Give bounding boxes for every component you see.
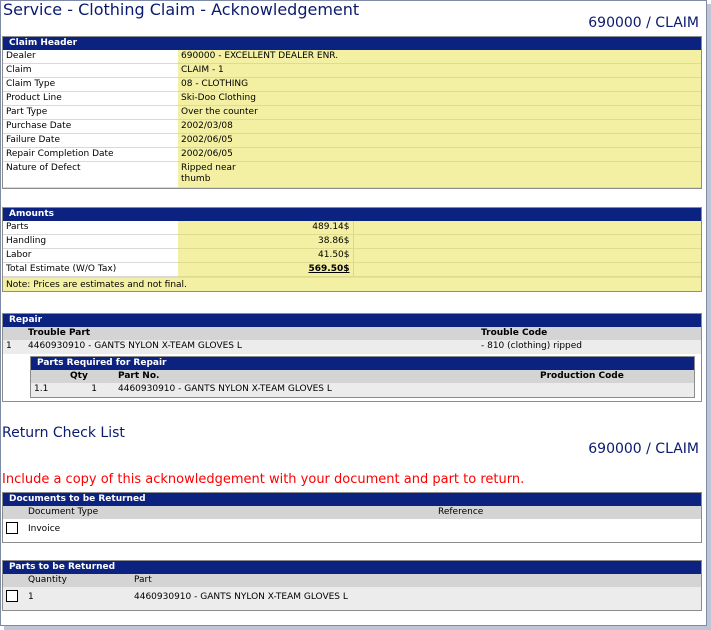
field-value: 690000 - EXCELLENT DEALER ENR. xyxy=(178,50,701,64)
claim-header-row: Claim Type 08 - CLOTHING xyxy=(3,77,701,92)
quantity-header: Quantity xyxy=(25,574,131,588)
amount-row: Handling 38.86$ xyxy=(3,234,701,249)
amount-value: 489.14$ xyxy=(178,221,353,235)
reference-value xyxy=(435,519,701,542)
documents-header-row: Document Type Reference xyxy=(3,506,701,520)
documents-table: Document Type Reference Invoice xyxy=(3,506,701,542)
field-value: 2002/03/08 xyxy=(178,119,701,134)
repair-table: Trouble Part Trouble Code 1 4460930910 -… xyxy=(3,327,701,354)
repair-panel: Repair Trouble Part Trouble Code 1 44609… xyxy=(2,313,702,402)
part-header: Part xyxy=(131,574,701,588)
documents-title: Documents to be Returned xyxy=(3,493,701,506)
field-label: Part Type xyxy=(3,105,178,120)
claim-header-row: Part Type Over the counter xyxy=(3,105,701,120)
amount-value: 38.86$ xyxy=(178,234,353,249)
claim-header-row: Claim CLAIM - 1 xyxy=(3,63,701,78)
claim-header-row: Dealer 690000 - EXCELLENT DEALER ENR. xyxy=(3,50,701,64)
qty-header: Qty xyxy=(67,369,115,384)
qty-value: 1 xyxy=(67,383,115,397)
field-label: Claim xyxy=(3,63,178,78)
part-value: 4460930910 - GANTS NYLON X-TEAM GLOVES L xyxy=(131,587,701,611)
parts-required-table: Qty Part No. Production Code 1.1 1 44609… xyxy=(31,369,694,397)
amount-row: Total Estimate (W/O Tax) 569.50$ xyxy=(3,262,701,277)
trouble-part-value: 4460930910 - GANTS NYLON X-TEAM GLOVES L xyxy=(25,340,478,354)
document-row: Invoice xyxy=(3,519,701,542)
total-amount: 569.50$ xyxy=(308,264,350,274)
part-checkbox[interactable] xyxy=(6,590,18,603)
trouble-part-header: Trouble Part xyxy=(25,327,478,341)
repair-title: Repair xyxy=(3,314,701,327)
amount-label: Handling xyxy=(3,234,178,249)
window-shadow-bottom xyxy=(4,626,711,630)
parts-required-title: Parts Required for Repair xyxy=(31,356,694,370)
claim-reference-2: 690000 / CLAIM xyxy=(588,441,699,457)
return-check-list-title: Return Check List xyxy=(2,425,125,441)
field-label: Product Line xyxy=(3,91,178,106)
field-value: 08 - CLOTHING xyxy=(178,77,701,92)
parts-returned-header-row: Quantity Part xyxy=(3,574,701,588)
parts-returned-row: 1 4460930910 - GANTS NYLON X-TEAM GLOVES… xyxy=(3,587,701,611)
field-value: 2002/06/05 xyxy=(178,133,701,148)
field-label: Repair Completion Date xyxy=(3,147,178,162)
field-value: Ski-Doo Clothing xyxy=(178,91,701,106)
amounts-panel: Amounts Parts 489.14$ Handling 38.86$ Labo… xyxy=(2,207,702,292)
document-type-header: Document Type xyxy=(25,506,435,520)
amount-value: 41.50$ xyxy=(178,248,353,263)
field-label: Failure Date xyxy=(3,133,178,148)
claim-header-row: Repair Completion Date 2002/06/05 xyxy=(3,147,701,162)
parts-returned-title: Parts to be Returned xyxy=(3,561,701,574)
trouble-code-header: Trouble Code xyxy=(478,327,701,341)
defect-line: Ripped near xyxy=(181,163,236,173)
field-label: Claim Type xyxy=(3,77,178,92)
claim-header-panel: Claim Header Dealer 690000 - EXCELLENT DE… xyxy=(2,36,702,189)
page-title: Service - Clothing Claim - Acknowledgeme… xyxy=(3,0,360,19)
amounts-title: Amounts xyxy=(3,208,701,221)
parts-required-header-row: Qty Part No. Production Code xyxy=(31,369,694,384)
part-no-header: Part No. xyxy=(115,369,537,384)
parts-required-panel: Parts Required for Repair Qty Part No. P… xyxy=(30,355,695,398)
defect-line: thumb xyxy=(181,174,211,184)
field-value: Over the counter xyxy=(178,105,701,120)
field-value: 2002/06/05 xyxy=(178,147,701,162)
part-no-value: 4460930910 - GANTS NYLON X-TEAM GLOVES L xyxy=(115,383,537,397)
amount-row: Parts 489.14$ xyxy=(3,221,701,235)
amounts-table: Parts 489.14$ Handling 38.86$ Labor 41.50$ … xyxy=(3,221,701,277)
parts-returned-panel: Parts to be Returned Quantity Part 1 446… xyxy=(2,560,702,612)
amounts-note: Note: Prices are estimates and not final… xyxy=(3,277,701,291)
claim-header-title: Claim Header xyxy=(3,37,701,50)
quantity-value: 1 xyxy=(25,587,131,611)
parts-returned-table: Quantity Part 1 4460930910 - GANTS NYLON… xyxy=(3,574,701,611)
field-value: CLAIM - 1 xyxy=(178,63,701,78)
return-warning: Include a copy of this acknowledgement w… xyxy=(2,472,525,487)
document-checkbox[interactable] xyxy=(6,522,18,535)
amount-label: Labor xyxy=(3,248,178,263)
repair-row-index: 1 xyxy=(3,340,25,354)
amount-row: Labor 41.50$ xyxy=(3,248,701,263)
claim-header-table: Dealer 690000 - EXCELLENT DEALER ENR. Cla… xyxy=(3,50,701,188)
documents-panel: Documents to be Returned Document Type R… xyxy=(2,492,702,544)
amount-label: Parts xyxy=(3,221,178,235)
claim-header-row: Purchase Date 2002/03/08 xyxy=(3,119,701,134)
field-label: Nature of Defect xyxy=(3,161,178,188)
claim-header-row: Product Line Ski-Doo Clothing xyxy=(3,91,701,106)
claim-header-row: Nature of Defect Ripped near thumb xyxy=(3,161,701,188)
window-shadow-right xyxy=(707,4,711,630)
trouble-code-value: - 810 (clothing) ripped xyxy=(478,340,701,354)
production-code-header: Production Code xyxy=(537,369,694,384)
claim-reference: 690000 / CLAIM xyxy=(588,15,699,31)
repair-header-row: Trouble Part Trouble Code xyxy=(3,327,701,341)
repair-row: 1 4460930910 - GANTS NYLON X-TEAM GLOVES… xyxy=(3,340,701,354)
field-label: Purchase Date xyxy=(3,119,178,134)
parts-required-index: 1.1 xyxy=(31,383,67,397)
claim-header-row: Failure Date 2002/06/05 xyxy=(3,133,701,148)
reference-header: Reference xyxy=(435,506,701,520)
defect-value: Ripped near thumb xyxy=(178,161,701,188)
field-label: Dealer xyxy=(3,50,178,64)
production-code-value xyxy=(537,383,694,397)
total-label: Total Estimate (W/O Tax) xyxy=(3,262,178,277)
total-value: 569.50$ xyxy=(178,262,353,277)
parts-required-row: 1.1 1 4460930910 - GANTS NYLON X-TEAM GL… xyxy=(31,383,694,397)
document-type-value: Invoice xyxy=(28,524,61,535)
